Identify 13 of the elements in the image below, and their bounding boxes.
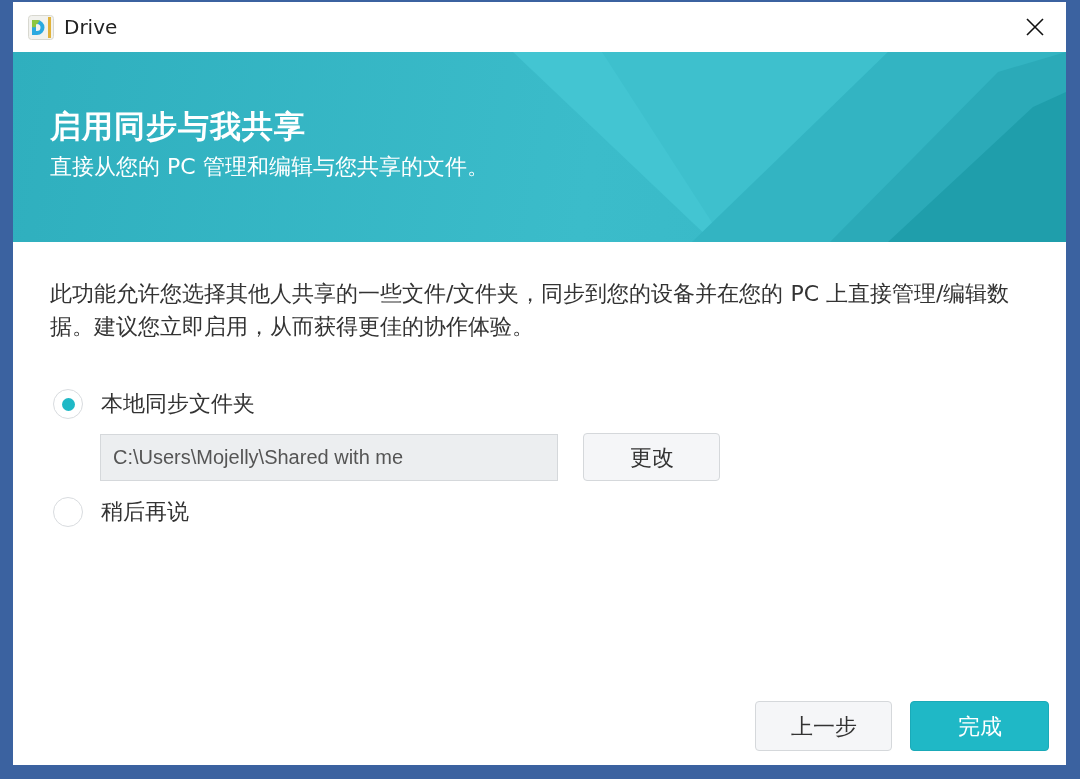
option-label[interactable]: 稍后再说 bbox=[101, 498, 189, 526]
radio-button[interactable] bbox=[53, 497, 83, 527]
radio-button[interactable] bbox=[53, 389, 83, 419]
option-label[interactable]: 本地同步文件夹 bbox=[101, 390, 255, 418]
back-button[interactable]: 上一步 bbox=[755, 701, 892, 751]
app-logo-icon bbox=[28, 14, 54, 40]
window-title: Drive bbox=[64, 17, 118, 37]
description-text: 此功能允许您选择其他人共享的一些文件/文件夹，同步到您的设备并在您的 PC 上直接管理/编辑数据。建议您立即启用，从而获得更佳的协作体验。 bbox=[50, 280, 1011, 341]
folder-path-field[interactable]: C:\Users\Mojelly\Shared with me bbox=[100, 433, 558, 481]
close-icon[interactable] bbox=[1026, 18, 1044, 36]
banner-title: 启用同步与我共享 bbox=[50, 107, 306, 145]
banner-subtitle: 直接从您的 PC 管理和编辑与您共享的文件。 bbox=[50, 153, 489, 181]
change-button[interactable]: 更改 bbox=[583, 433, 720, 481]
